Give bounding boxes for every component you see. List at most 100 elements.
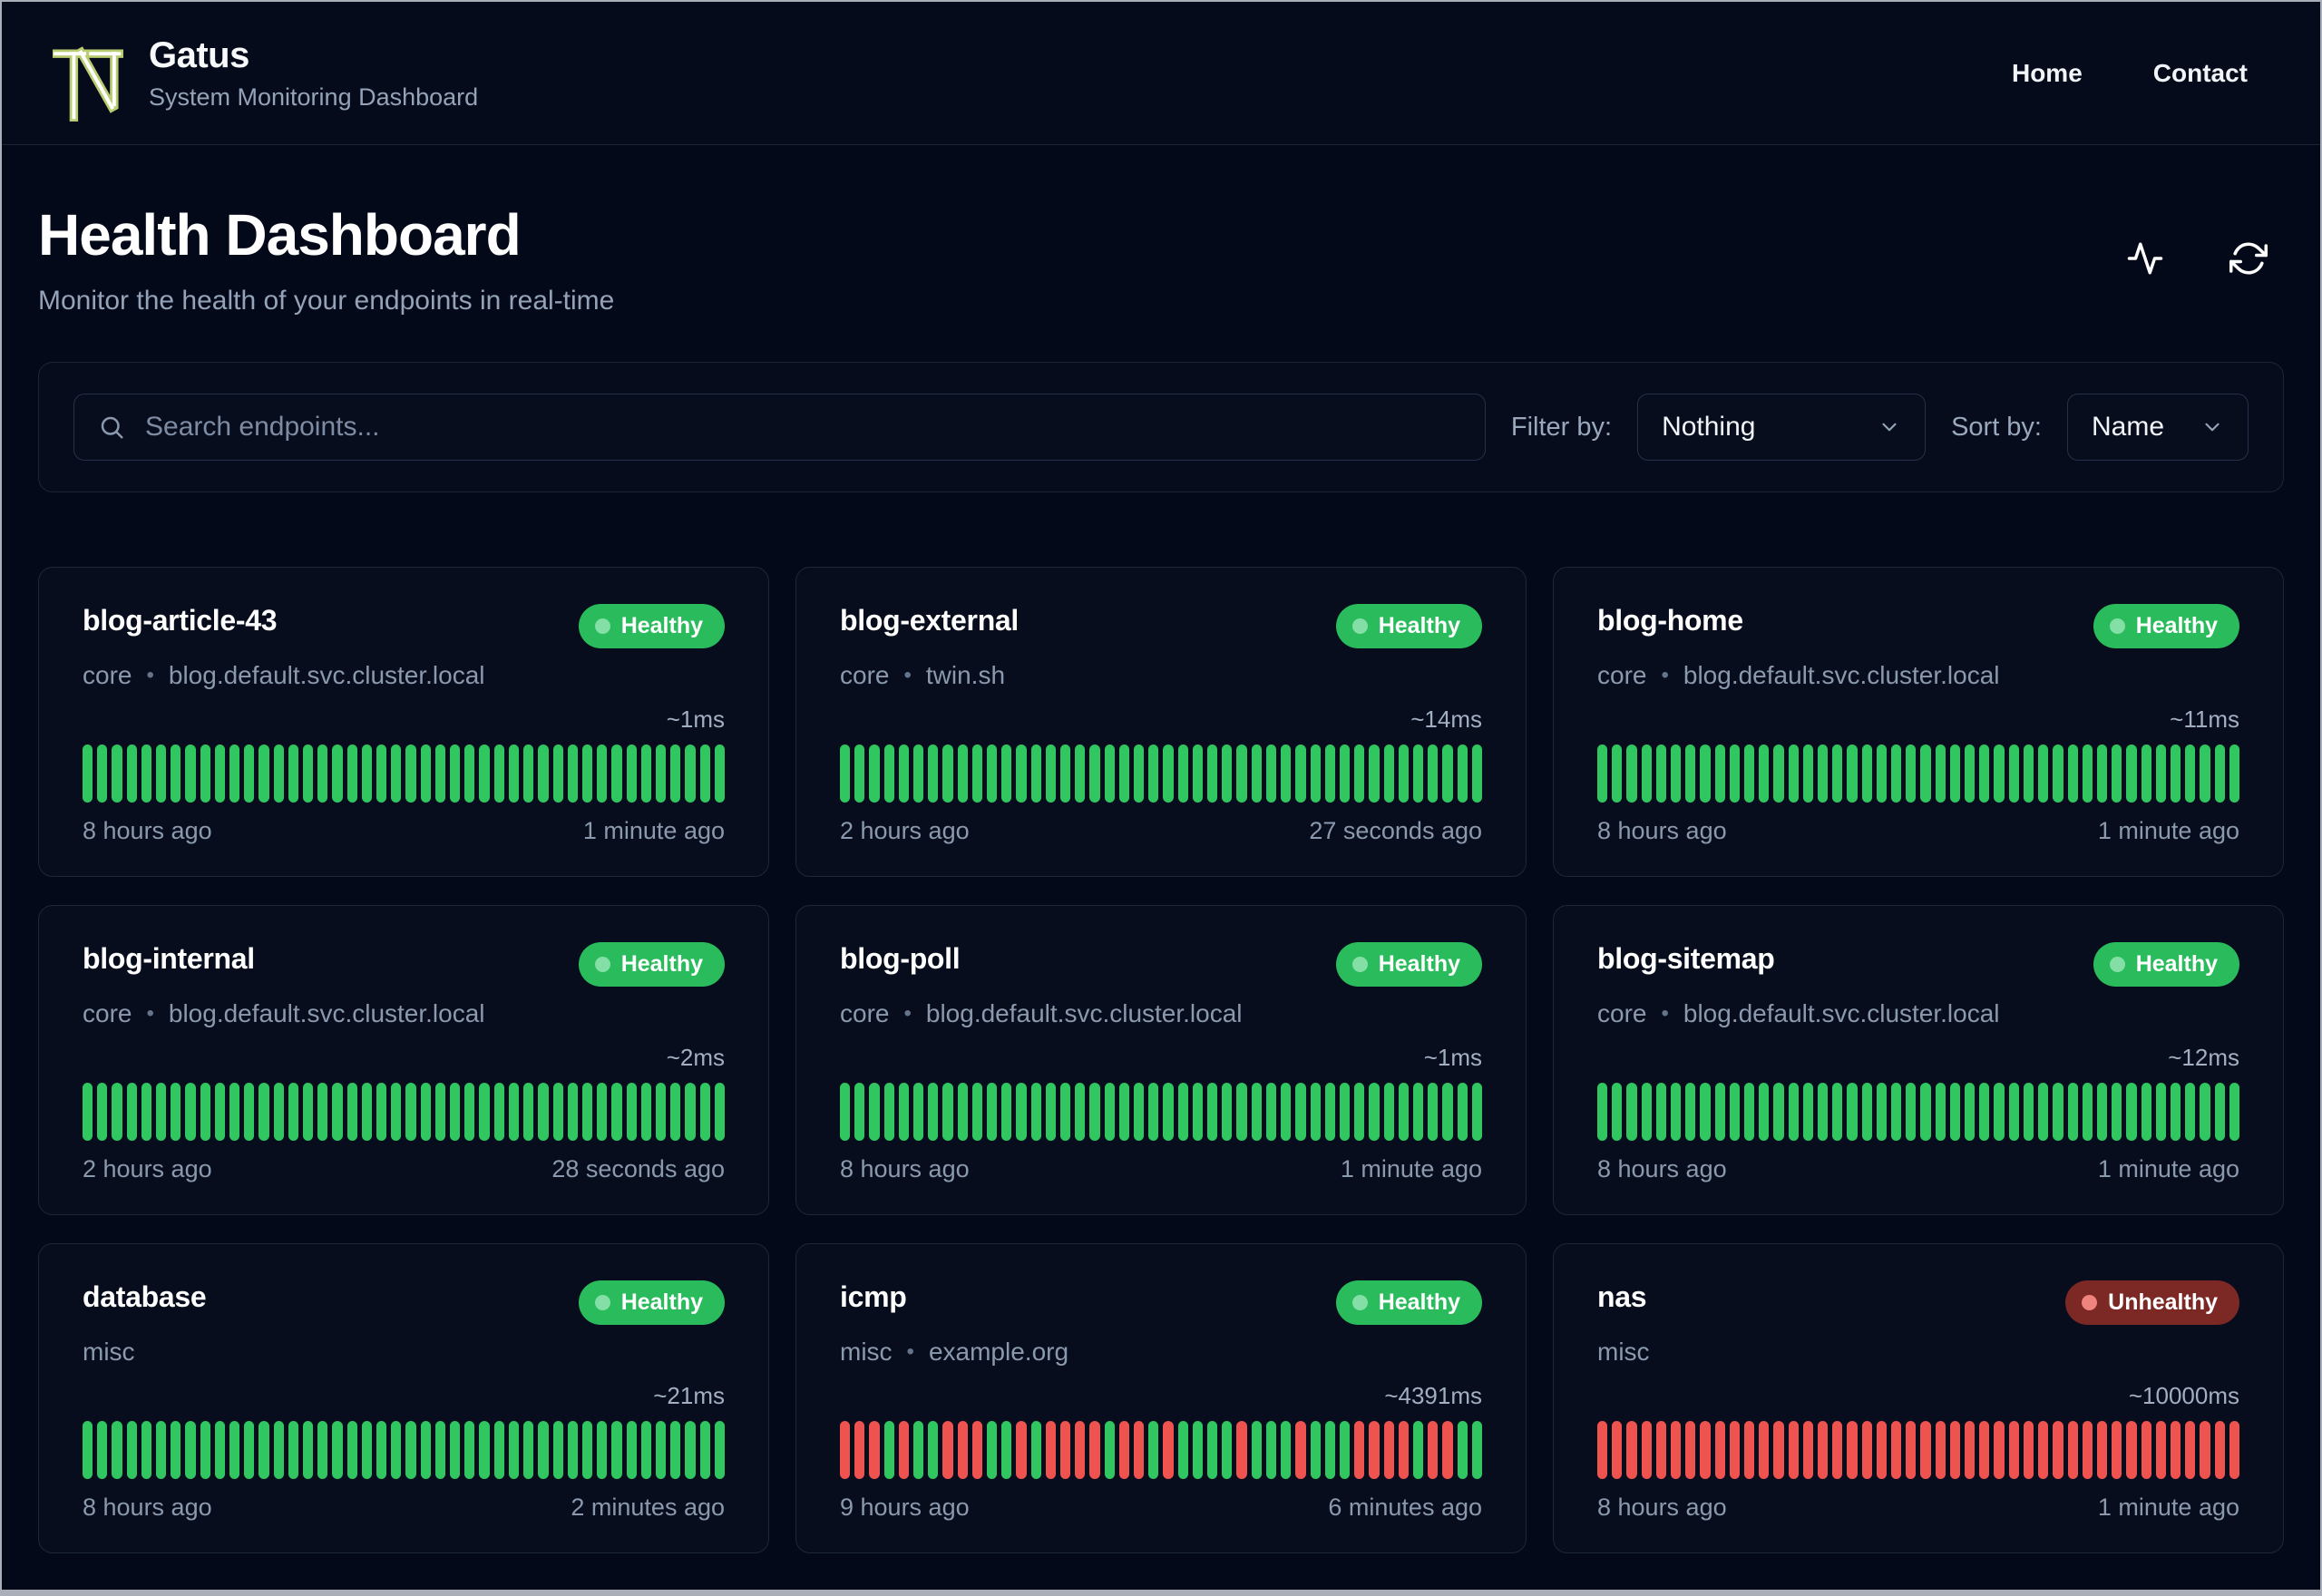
gatus-tn-logo-icon (51, 36, 123, 123)
page-header: Health Dashboard Monitor the health of y… (38, 204, 2284, 316)
sort-select[interactable]: Name (2067, 394, 2249, 462)
uptime-bar (655, 1421, 667, 1480)
uptime-bar (259, 1421, 269, 1480)
uptime-bar (670, 744, 681, 803)
uptime-bar (1671, 1421, 1682, 1480)
uptime-bar (1906, 744, 1917, 803)
uptime-bar (1876, 744, 1888, 803)
uptime-bar (2067, 1421, 2078, 1480)
uptime-bar (1788, 1421, 1799, 1480)
uptime-bar (2155, 744, 2166, 803)
uptime-bar (1471, 1083, 1482, 1142)
uptime-bar (450, 1083, 461, 1142)
uptime-bar (1773, 1421, 1784, 1480)
uptime-bar (854, 1083, 865, 1142)
latency-label: ~14ms (1410, 706, 1482, 734)
uptime-bar (1442, 1083, 1453, 1142)
uptime-bar (126, 1421, 137, 1480)
uptime-bar (1729, 1421, 1741, 1480)
uptime-bar (1935, 1083, 1946, 1142)
uptime-bar (1671, 744, 1682, 803)
uptime-bar (1847, 1083, 1858, 1142)
uptime-bar (611, 744, 622, 803)
endpoint-name: database (83, 1280, 207, 1314)
uptime-bar (1457, 1083, 1468, 1142)
chevron-down-icon (2205, 423, 2220, 432)
activity-icon[interactable] (2126, 239, 2164, 277)
uptime-bar (1104, 744, 1115, 803)
uptime-bar (971, 1421, 983, 1480)
uptime-bar (987, 1421, 998, 1480)
endpoint-card[interactable]: blog-internal Healthy core • blog.defaul… (38, 905, 769, 1216)
uptime-bar (1148, 1421, 1159, 1480)
search-box[interactable] (73, 394, 1486, 462)
uptime-bar (1118, 744, 1130, 803)
uptime-bar (259, 744, 269, 803)
refresh-icon[interactable] (2229, 239, 2268, 277)
nav-link-contact[interactable]: Contact (2153, 59, 2248, 88)
uptime-bar (523, 744, 534, 803)
uptime-bar (1222, 1083, 1233, 1142)
endpoint-card[interactable]: blog-poll Healthy core • blog.default.sv… (795, 905, 1527, 1216)
endpoint-group: core (840, 999, 890, 1028)
uptime-bar (538, 744, 549, 803)
uptime-bar (1354, 1421, 1365, 1480)
status-badge: Healthy (1335, 942, 1482, 988)
search-input[interactable] (145, 412, 1461, 443)
uptime-bar (1597, 1421, 1608, 1480)
uptime-bar (581, 1083, 593, 1142)
uptime-bar (1597, 744, 1608, 803)
filter-select[interactable]: Nothing (1637, 394, 1927, 462)
uptime-bar (1251, 1083, 1262, 1142)
uptime-bar (332, 1421, 343, 1480)
endpoint-card[interactable]: blog-home Healthy core • blog.default.sv… (1553, 567, 2284, 878)
uptime-bar (1965, 1083, 1976, 1142)
uptime-bar (1324, 744, 1335, 803)
uptime-bar (1655, 1421, 1667, 1480)
uptime-bar (273, 1421, 284, 1480)
uptime-bar (1920, 1083, 1931, 1142)
endpoint-card[interactable]: blog-article-43 Healthy core • blog.defa… (38, 567, 769, 878)
uptime-bar (244, 744, 255, 803)
endpoint-card[interactable]: blog-sitemap Healthy core • blog.default… (1553, 905, 2284, 1216)
uptime-bar (185, 1421, 196, 1480)
uptime-bars (83, 744, 725, 803)
uptime-bar (840, 1083, 851, 1142)
endpoint-card[interactable]: nas Unhealthy misc • ~10000ms 8 hours ag… (1553, 1243, 2284, 1554)
uptime-bar (1251, 744, 1262, 803)
latency-label: ~4391ms (1384, 1382, 1482, 1410)
uptime-bar (928, 744, 939, 803)
endpoint-host: blog.default.svc.cluster.local (168, 661, 485, 690)
meta-separator-icon: • (1661, 1001, 1669, 1027)
history-end-time: 1 minute ago (1340, 1155, 1482, 1183)
uptime-bar (869, 1083, 880, 1142)
uptime-bar (2229, 1083, 2239, 1142)
endpoint-card[interactable]: database Healthy misc • ~21ms 8 hours ag… (38, 1243, 769, 1554)
uptime-bar (552, 1421, 563, 1480)
history-start-time: 9 hours ago (840, 1494, 970, 1522)
uptime-bar (971, 1083, 983, 1142)
uptime-bar (434, 744, 446, 803)
uptime-bar (1075, 1083, 1086, 1142)
uptime-bar (1979, 1083, 1990, 1142)
uptime-bar (840, 744, 851, 803)
history-start-time: 8 hours ago (840, 1155, 970, 1183)
uptime-bar (1428, 744, 1439, 803)
uptime-bar (913, 744, 924, 803)
endpoint-card[interactable]: blog-external Healthy core • twin.sh ~14… (795, 567, 1527, 878)
history-end-time: 27 seconds ago (1309, 817, 1482, 845)
uptime-chart: ~12ms (1597, 1044, 2239, 1142)
uptime-bar (670, 1421, 681, 1480)
uptime-bar (913, 1083, 924, 1142)
uptime-bar (288, 1421, 299, 1480)
uptime-bar (1920, 1421, 1931, 1480)
nav-link-home[interactable]: Home (2012, 59, 2083, 88)
endpoint-card[interactable]: icmp Healthy misc • example.org ~4391ms … (795, 1243, 1527, 1554)
uptime-bar (987, 744, 998, 803)
uptime-bar (420, 1083, 431, 1142)
uptime-bar (1369, 1421, 1380, 1480)
uptime-bar (2008, 1083, 2019, 1142)
uptime-bar (581, 744, 593, 803)
uptime-bar (1935, 1421, 1946, 1480)
uptime-bar (391, 744, 402, 803)
